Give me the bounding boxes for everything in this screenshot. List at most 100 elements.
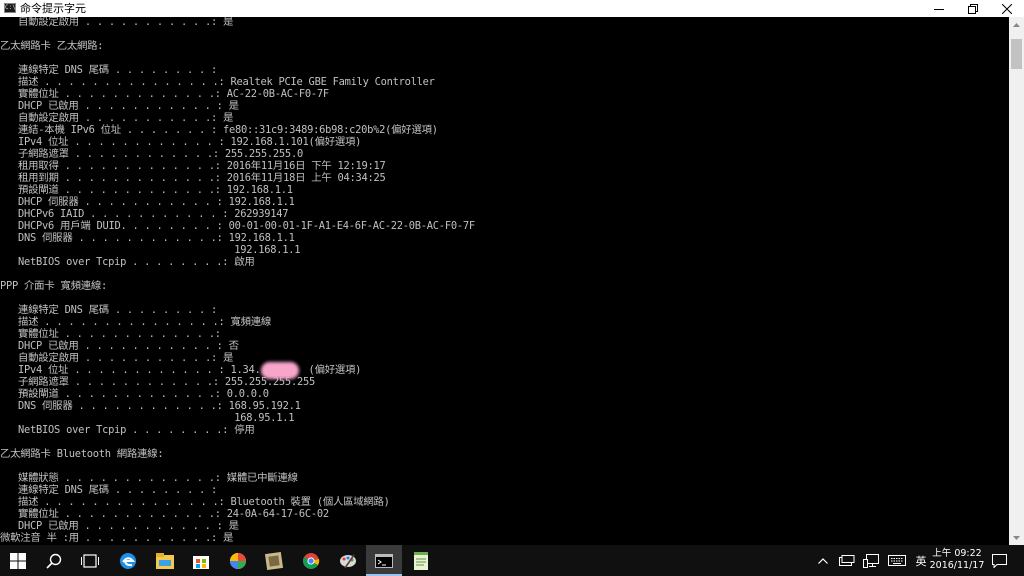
maximize-button[interactable] — [956, 0, 990, 17]
console-line-value: 2016年11月16日 下午 12:19:17 — [226, 160, 386, 172]
console-line-label: DHCPv6 用戶端 DUID. . . . . . . . : — [0, 220, 229, 232]
device-icon — [839, 554, 855, 566]
console-line-value: AC-22-0B-AC-F0-7F — [226, 88, 329, 100]
console-line-label: 描述 . . . . . . . . . . . . . . .: — [0, 76, 231, 88]
console-line: 媒體狀態 . . . . . . . . . . . . .: 媒體已中斷連線 — [0, 472, 298, 484]
close-icon — [1002, 3, 1012, 14]
console-line-value: 是 — [228, 520, 239, 532]
store-button[interactable] — [183, 545, 219, 576]
console-line-value: 192.168.1.1 — [234, 244, 301, 256]
console-line-value: 否 — [228, 340, 239, 352]
vertical-scrollbar[interactable] — [1009, 17, 1024, 545]
console-line: 自動設定啟用 . . . . . . . . . . .: 是 — [0, 112, 233, 124]
console-line-label: 自動設定啟用 . . . . . . . . . . .: — [0, 17, 223, 28]
console-line-label: 自動設定啟用 . . . . . . . . . . .: — [0, 112, 223, 124]
console-line: DHCPv6 用戶端 DUID. . . . . . . . : 00-01-0… — [0, 220, 475, 232]
chrome-button[interactable] — [293, 545, 329, 576]
console-line: PPP 介面卡 寬頻連線: — [0, 280, 107, 292]
console-line: 自動設定啟用 . . . . . . . . . . .: 是 — [0, 352, 233, 364]
edge-button[interactable] — [110, 545, 146, 576]
console-line: NetBIOS over Tcpip . . . . . . . .: 啟用 — [0, 256, 255, 268]
console-output[interactable]: 自動設定啟用 . . . . . . . . . . .: 是乙太網路卡 乙太網… — [0, 17, 1009, 545]
console-line-label: NetBIOS over Tcpip . . . . . . . .: — [0, 424, 235, 436]
console-line-label: 實體位址 . . . . . . . . . . . . .: — [0, 88, 227, 100]
console-line-label: DHCP 已啟用 . . . . . . . . . . . : — [0, 520, 229, 532]
app-button[interactable] — [256, 545, 292, 576]
title-bar: C:\ 命令提示字元 — [0, 0, 1024, 18]
console-line-value: 啟用 — [234, 256, 255, 268]
command-prompt-button[interactable] — [366, 545, 402, 576]
console-line: DHCP 已啟用 . . . . . . . . . . . : 否 — [0, 340, 239, 352]
console-line: 乙太網路卡 Bluetooth 網路連線: — [0, 448, 164, 460]
console-line-value: 寬頻連線 — [230, 316, 272, 328]
console-line-value: 是 — [223, 532, 234, 544]
console-line-value: 168.95.1.1 — [234, 412, 295, 424]
scrollbar-thumb[interactable] — [1011, 39, 1022, 69]
console-line-label — [0, 412, 234, 424]
keyboard-button[interactable] — [884, 545, 910, 576]
console-line-value: 255.255.255.0 — [224, 148, 303, 160]
console-line-label: 描述 . . . . . . . . . . . . . . .: — [0, 496, 231, 508]
console-line: 描述 . . . . . . . . . . . . . . .: 寬頻連線 — [0, 316, 271, 328]
photos-button[interactable] — [220, 545, 256, 576]
tray-device-button[interactable] — [836, 545, 858, 576]
system-clock[interactable]: 上午 09:22 2016/11/17 — [928, 548, 986, 572]
console-line-value: 192.168.1.101(偏好選項) — [230, 136, 362, 148]
paint-icon — [340, 554, 356, 568]
search-button[interactable] — [36, 545, 72, 576]
console-line: 預設閘道 . . . . . . . . . . . . .: 192.168.… — [0, 184, 293, 196]
console-line-value: 192.168.1.1 — [228, 232, 295, 244]
console-line: IPv4 位址 . . . . . . . . . . . . : 1.34. … — [0, 364, 361, 376]
notification-icon — [991, 553, 1007, 568]
console-line: 預設閘道 . . . . . . . . . . . . .: 0.0.0.0 — [0, 388, 269, 400]
console-line-label: 租用取得 . . . . . . . . . . . . .: — [0, 160, 227, 172]
console-line-label: 預設閘道 . . . . . . . . . . . . .: — [0, 388, 227, 400]
console-line-label: DHCPv6 IAID . . . . . . . . . . . : — [0, 208, 235, 220]
console-line: 連結-本機 IPv6 位址 . . . . . . . : fe80::31c9… — [0, 124, 438, 136]
console-line: DHCP 已啟用 . . . . . . . . . . . : 是 — [0, 100, 239, 112]
show-hidden-icons-button[interactable] — [814, 545, 832, 576]
close-button[interactable] — [990, 0, 1024, 17]
redaction-mark — [261, 362, 299, 379]
console-line-value: 00-01-00-01-1F-A1-E4-6F-AC-22-0B-AC-F0-7… — [228, 220, 475, 232]
console-line-label: DNS 伺服器 . . . . . . . . . . . .: — [0, 400, 229, 412]
console-line-label: DHCP 已啟用 . . . . . . . . . . . : — [0, 340, 229, 352]
start-button[interactable] — [0, 545, 36, 576]
console-line-label — [0, 244, 234, 256]
console-line: DNS 伺服器 . . . . . . . . . . . .: 192.168… — [0, 232, 295, 244]
keyboard-icon — [888, 555, 906, 566]
console-line-label: 租用到期 . . . . . . . . . . . . .: — [0, 172, 227, 184]
console-line: 連線特定 DNS 尾碼 . . . . . . . . : — [0, 304, 223, 316]
console-line-value: 是 — [223, 17, 234, 28]
chevron-up-icon — [818, 557, 828, 564]
command-prompt-icon[interactable]: C:\ — [4, 3, 16, 13]
console-line-label: 連線特定 DNS 尾碼 . . . . . . . . : — [0, 484, 223, 496]
network-icon — [863, 553, 879, 568]
scroll-up-button[interactable] — [1009, 17, 1024, 32]
command-prompt-icon — [375, 553, 393, 568]
console-line: DHCPv6 IAID . . . . . . . . . . . : 2629… — [0, 208, 289, 220]
task-view-button[interactable] — [72, 545, 108, 576]
scroll-down-button[interactable] — [1009, 530, 1024, 545]
clock-date: 2016/11/17 — [929, 560, 985, 571]
console-line-label: 子網路遮罩 . . . . . . . . . . . .: — [0, 376, 225, 388]
minimize-button[interactable] — [922, 0, 956, 17]
console-line-label: 預設閘道 . . . . . . . . . . . . .: — [0, 184, 227, 196]
task-view-icon — [81, 553, 99, 568]
action-center-button[interactable] — [988, 545, 1010, 576]
clock-time: 上午 09:22 — [932, 548, 982, 559]
console-line-value: 是 — [223, 352, 234, 364]
file-explorer-button[interactable] — [147, 545, 183, 576]
paint-button[interactable] — [330, 545, 366, 576]
console-line: 192.168.1.1 — [0, 244, 300, 256]
console-line-value: 24-0A-64-17-6C-02 — [226, 508, 329, 520]
chevron-up-icon — [1013, 22, 1020, 27]
network-button[interactable] — [860, 545, 882, 576]
search-icon — [46, 553, 62, 569]
console-line-label: PPP 介面卡 寬頻連線: — [0, 280, 108, 292]
console-line: 微軟注音 半 :用 . . . . . . . . . . .: 是 — [0, 532, 233, 544]
app-icon — [265, 551, 283, 570]
console-line: 租用到期 . . . . . . . . . . . . .: 2016年11月… — [0, 172, 386, 184]
notepad-button[interactable] — [403, 545, 439, 576]
console-line-value: Realtek PCIe GBE Family Controller — [230, 76, 435, 88]
